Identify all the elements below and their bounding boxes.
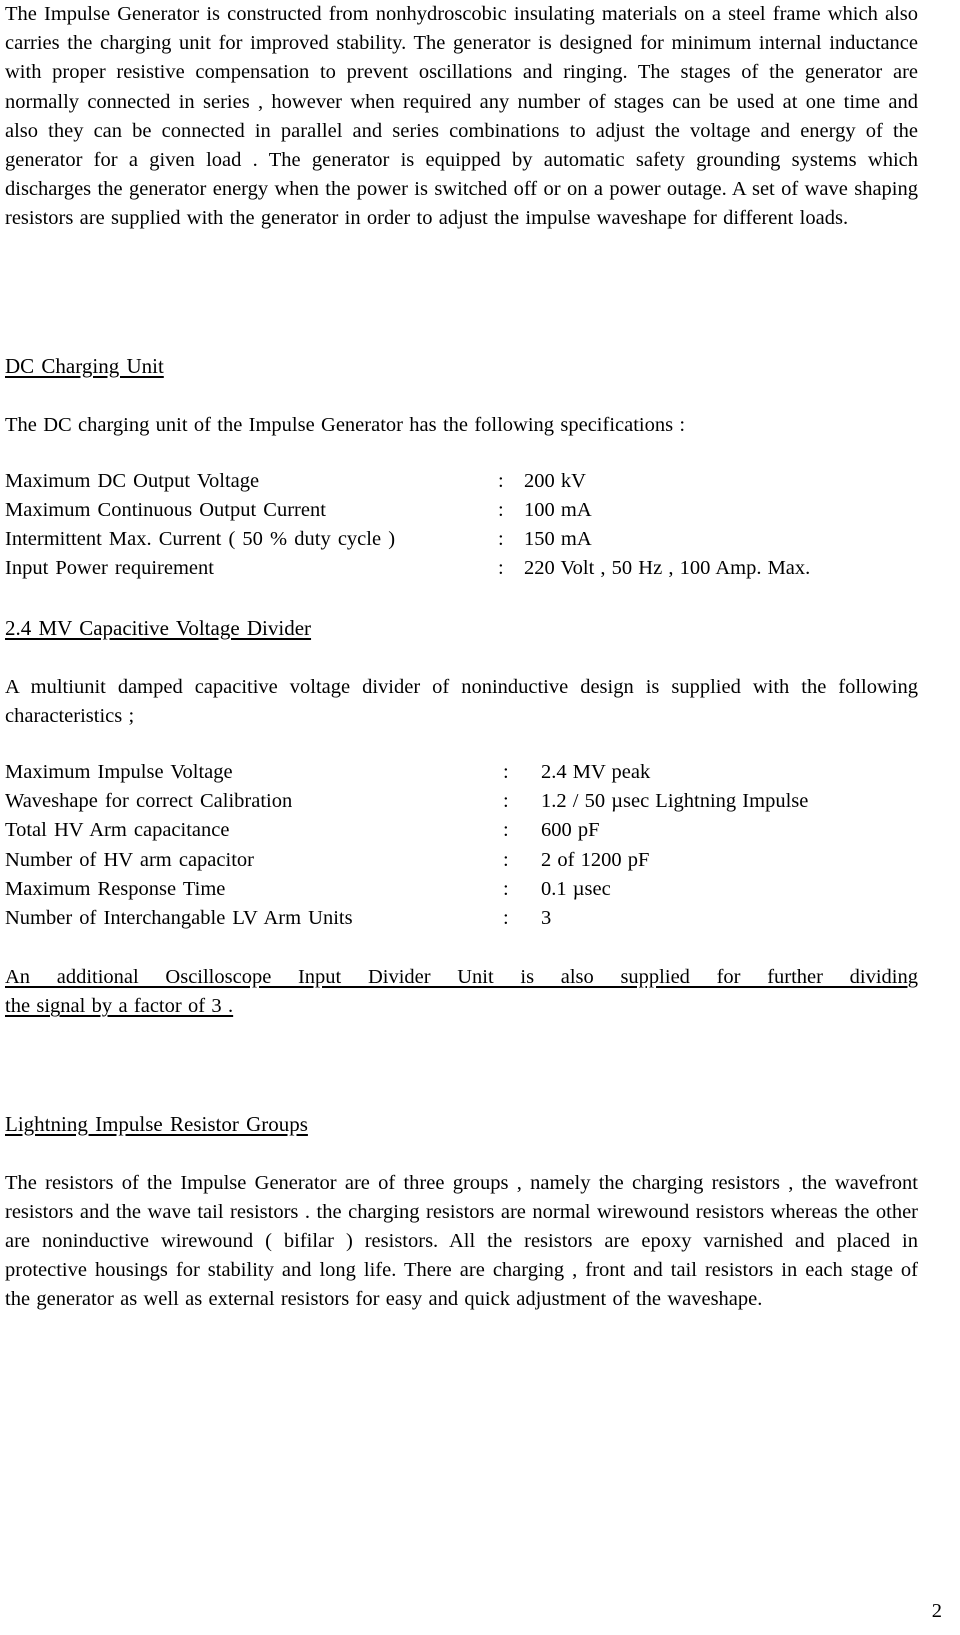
spec-value: 0.1 µsec xyxy=(541,877,611,900)
body-lightning-impulse-resistor-groups: The resistors of the Impulse Generator a… xyxy=(5,1171,918,1311)
spec-value: 150 mA xyxy=(524,528,592,551)
table-row: Maximum DC Output Voltage : 200 kV xyxy=(5,467,918,496)
table-row: Input Power requirement : 220 Volt , 50 … xyxy=(5,554,918,583)
spec-value: 2 of 1200 pF xyxy=(541,848,650,871)
spec-colon: : xyxy=(498,499,504,522)
spec-value: 200 kV xyxy=(524,469,586,492)
section-capacitive-voltage-divider: 2.4 MV Capacitive Voltage Divider xyxy=(5,614,918,643)
spacer-dc-lead xyxy=(5,440,918,467)
spec-label: Maximum Continuous Output Current xyxy=(5,499,326,522)
spacer-divider-lead xyxy=(5,731,918,758)
page-content: The Impulse Generator is constructed fro… xyxy=(5,0,918,1315)
intro-paragraph: The Impulse Generator is constructed fro… xyxy=(5,3,918,230)
page-number: 2 xyxy=(931,1600,942,1622)
table-row: Total HV Arm capacitance : 600 pF xyxy=(5,816,918,845)
table-row: Maximum Impulse Voltage : 2.4 MV peak xyxy=(5,758,918,787)
spec-label: Maximum Response Time xyxy=(5,877,226,900)
spec-value: 3 xyxy=(541,907,552,930)
spacer-resistor-heading xyxy=(5,1139,918,1169)
spec-colon: : xyxy=(503,907,509,930)
document-page: The Impulse Generator is constructed fro… xyxy=(0,0,960,1635)
spacer-before-divider-heading xyxy=(5,584,918,614)
spec-label: Waveshape for correct Calibration xyxy=(5,790,293,813)
section-dc-charging-unit: DC Charging Unit xyxy=(5,352,918,381)
spec-colon: : xyxy=(503,761,509,784)
spec-label: Total HV Arm capacitance xyxy=(5,819,230,842)
spec-colon: : xyxy=(503,790,509,813)
table-row: Maximum Continuous Output Current : 100 … xyxy=(5,496,918,525)
spacer-before-oscilloscope-note xyxy=(5,933,918,963)
spec-colon: : xyxy=(498,557,504,580)
table-row: Waveshape for correct Calibration : 1.2 … xyxy=(5,787,918,816)
spec-label: Number of HV arm capacitor xyxy=(5,848,254,871)
oscilloscope-note-line-1: An additional Oscilloscope Input Divider… xyxy=(5,966,918,989)
spec-value: 220 Volt , 50 Hz , 100 Amp. Max. xyxy=(524,557,811,580)
spec-colon: : xyxy=(498,469,504,492)
spec-value: 600 pF xyxy=(541,819,600,842)
spacer-after-intro xyxy=(5,234,918,352)
spacer-before-resistor-heading xyxy=(5,1022,918,1110)
oscilloscope-divider-note: An additional Oscilloscope Input Divider… xyxy=(5,963,918,1021)
spec-value: 1.2 / 50 µsec Lightning Impulse xyxy=(541,790,809,813)
spec-label: Maximum Impulse Voltage xyxy=(5,761,233,784)
table-row: Maximum Response Time : 0.1 µsec xyxy=(5,875,918,904)
heading-dc-charging-unit: DC Charging Unit xyxy=(5,353,164,378)
voltage-divider-spec-table: Maximum Impulse Voltage : 2.4 MV peak Wa… xyxy=(5,758,918,933)
dc-charging-unit-spec-table: Maximum DC Output Voltage : 200 kV Maxim… xyxy=(5,467,918,584)
spec-value: 100 mA xyxy=(524,499,592,522)
spec-label: Input Power requirement xyxy=(5,557,214,580)
lead-dc-charging-unit: The DC charging unit of the Impulse Gene… xyxy=(5,413,686,436)
heading-capacitive-voltage-divider: 2.4 MV Capacitive Voltage Divider xyxy=(5,615,312,640)
spec-value: 2.4 MV peak xyxy=(541,761,651,784)
table-row: Number of Interchangable LV Arm Units : … xyxy=(5,904,918,933)
spacer-divider-heading xyxy=(5,643,918,673)
spec-label: Number of Interchangable LV Arm Units xyxy=(5,907,353,930)
spec-label: Maximum DC Output Voltage xyxy=(5,469,260,492)
section-lightning-impulse-resistor-groups: Lightning Impulse Resistor Groups xyxy=(5,1110,918,1139)
spec-label: Intermittent Max. Current ( 50 % duty cy… xyxy=(5,528,396,551)
spec-colon: : xyxy=(498,528,504,551)
table-row: Number of HV arm capacitor : 2 of 1200 p… xyxy=(5,846,918,875)
spec-colon: : xyxy=(503,848,509,871)
lead-capacitive-voltage-divider: A multiunit damped capacitive voltage di… xyxy=(5,675,918,727)
spec-colon: : xyxy=(503,877,509,900)
heading-lightning-impulse-resistor-groups: Lightning Impulse Resistor Groups xyxy=(5,1111,308,1136)
table-row: Intermittent Max. Current ( 50 % duty cy… xyxy=(5,525,918,554)
oscilloscope-note-line-2: the signal by a factor of 3 . xyxy=(5,995,234,1018)
spacer-dc-heading xyxy=(5,381,918,411)
spec-colon: : xyxy=(503,819,509,842)
